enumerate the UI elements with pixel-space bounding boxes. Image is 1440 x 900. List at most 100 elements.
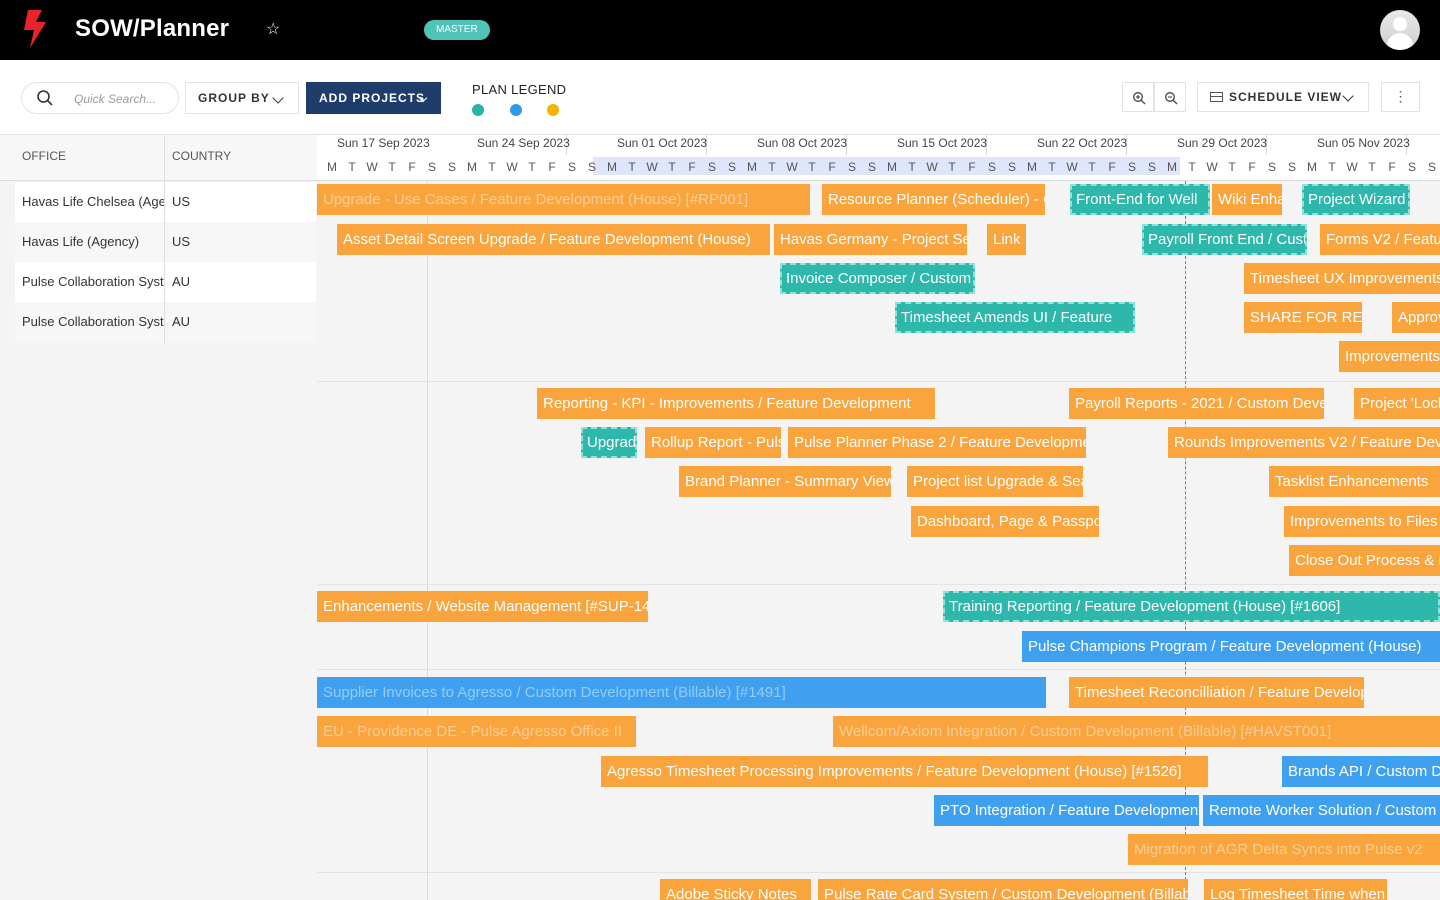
office-row[interactable]: Pulse Collaboration Systems AU: [15, 302, 316, 342]
project-bar[interactable]: Tasklist Enhancements: [1269, 466, 1440, 497]
project-bar[interactable]: Improvements: [1339, 341, 1440, 372]
project-bar[interactable]: Timesheet UX Improvements: [1244, 263, 1440, 294]
legend-dot-yellow: [547, 104, 559, 116]
day-letter: S: [987, 160, 996, 174]
project-bar[interactable]: Brands API / Custom Development: [1282, 756, 1440, 787]
day-letter: S: [727, 160, 736, 174]
schedule-view-dropdown[interactable]: SCHEDULE VIEW: [1197, 82, 1369, 112]
project-bar[interactable]: Timesheet Reconcilliation / Feature Deve…: [1069, 677, 1364, 708]
project-bar[interactable]: Pulse Rate Card System / Custom Developm…: [818, 879, 1188, 900]
project-bar[interactable]: Adobe Sticky Notes: [660, 879, 811, 900]
office-country: AU: [172, 274, 191, 289]
project-bar[interactable]: Project Wizard: [1302, 184, 1410, 215]
day-letter: M: [887, 160, 897, 174]
day-letter: W: [1346, 160, 1358, 174]
project-bar[interactable]: Approvals: [1392, 302, 1440, 333]
favorite-star-icon[interactable]: ☆: [266, 20, 280, 40]
app-logo-icon[interactable]: [22, 10, 48, 50]
project-bar[interactable]: Project 'Lock': [1354, 388, 1440, 419]
project-bar[interactable]: PTO Integration / Feature Development: [934, 795, 1199, 826]
project-bar[interactable]: Reporting - KPI - Improvements / Feature…: [537, 388, 935, 419]
row-separator: [317, 381, 1440, 382]
day-letter: M: [747, 160, 757, 174]
zoom-in-button[interactable]: [1122, 82, 1154, 112]
project-bar[interactable]: Project list Upgrade & Search: [907, 466, 1083, 497]
project-bar[interactable]: Close Out Process & Reporting: [1289, 545, 1440, 576]
project-bar[interactable]: Timesheet Amends UI / Feature: [895, 302, 1135, 333]
day-letter: T: [1048, 160, 1056, 174]
project-bar[interactable]: Pulse Champions Program / Feature Develo…: [1022, 631, 1440, 662]
project-bar[interactable]: Upgrade - Use Cases / Feature Developmen…: [317, 184, 810, 215]
office-list-header: OFFICE COUNTRY: [0, 135, 317, 181]
day-letter: W: [1206, 160, 1218, 174]
project-bar[interactable]: Front-End for Well: [1070, 184, 1210, 215]
week-gridline: [427, 181, 428, 900]
week-label: Sun 29 Oct 2023: [1177, 136, 1268, 150]
project-bar[interactable]: Supplier Invoices to Agresso / Custom De…: [317, 677, 1046, 708]
project-bar[interactable]: Payroll Front End / Custom: [1142, 224, 1307, 255]
project-bar[interactable]: Enhancements / Website Management [#SUP-…: [317, 591, 648, 622]
project-bar[interactable]: Rollup Report - Pulse: [645, 427, 781, 458]
project-bar[interactable]: Rounds Improvements V2 / Feature Develop…: [1168, 427, 1440, 458]
search-icon: [37, 90, 53, 106]
day-letter: T: [1188, 160, 1196, 174]
day-letter: M: [327, 160, 337, 174]
column-divider: [164, 135, 165, 343]
office-country: AU: [172, 314, 191, 329]
group-by-button[interactable]: GROUP BY: [185, 82, 299, 114]
project-bar[interactable]: Invoice Composer / Custom: [780, 263, 975, 294]
add-projects-button[interactable]: ADD PROJECTS: [306, 82, 441, 114]
day-letter: S: [1287, 160, 1296, 174]
day-letter: M: [1027, 160, 1037, 174]
project-bar[interactable]: SHARE FOR REVIEW: [1244, 302, 1362, 333]
column-header-country[interactable]: COUNTRY: [172, 149, 231, 163]
plan-badge: MASTER: [424, 20, 490, 40]
plan-legend-title: PLAN LEGEND: [472, 82, 567, 97]
day-letter: T: [488, 160, 496, 174]
project-bar[interactable]: Wellcom/Axiom Integration / Custom Devel…: [833, 716, 1440, 747]
project-bar[interactable]: Wiki Enhancements: [1212, 184, 1282, 215]
zoom-out-button[interactable]: [1154, 82, 1186, 112]
user-avatar[interactable]: [1380, 10, 1420, 50]
office-row[interactable]: Havas Life Chelsea (Agency) US: [15, 182, 316, 222]
schedule-gantt: Sun 17 Sep 2023 Sun 24 Sep 2023 Sun 01 Oct…: [317, 135, 1440, 900]
day-letter: F: [1248, 160, 1256, 174]
project-bar[interactable]: Improvements to Files: [1284, 506, 1440, 537]
day-letter: M: [607, 160, 617, 174]
day-letter: S: [867, 160, 876, 174]
project-bar[interactable]: Brand Planner - Summary View: [679, 466, 891, 497]
timeline-header: Sun 17 Sep 2023 Sun 24 Sep 2023 Sun 01 Oct…: [317, 135, 1440, 181]
project-bar[interactable]: Pulse Planner Phase 2 / Feature Developm…: [788, 427, 1086, 458]
project-bar[interactable]: Training Reporting / Feature Development…: [943, 591, 1440, 622]
office-row[interactable]: Pulse Collaboration Systems AU: [15, 262, 316, 302]
day-letter: S: [1147, 160, 1156, 174]
project-bar[interactable]: Link: [987, 224, 1026, 255]
office-row[interactable]: Havas Life (Agency) US: [15, 222, 316, 262]
day-letter: T: [1228, 160, 1236, 174]
more-options-button[interactable]: ⋮: [1381, 82, 1420, 112]
project-bar[interactable]: Resource Planner (Scheduler) - Custom De…: [822, 184, 1045, 215]
project-bar[interactable]: EU - Providence DE - Pulse Agresso Offic…: [317, 716, 636, 747]
day-letter: S: [1007, 160, 1016, 174]
project-bar[interactable]: Payroll Reports - 2021 / Custom Developm…: [1069, 388, 1324, 419]
office-list-panel: OFFICE COUNTRY Havas Life Chelsea (Agenc…: [0, 135, 317, 900]
project-bar[interactable]: Havas Germany - Project Setup: [774, 224, 967, 255]
column-header-office[interactable]: OFFICE: [22, 149, 66, 163]
day-letter: S: [707, 160, 716, 174]
day-letter: W: [1066, 160, 1078, 174]
group-by-label: GROUP BY: [198, 91, 270, 105]
search-input[interactable]: [74, 89, 174, 109]
project-bar[interactable]: Agresso Timesheet Processing Improvement…: [601, 756, 1208, 787]
project-bar[interactable]: Remote Worker Solution / Custom Developm…: [1203, 795, 1440, 826]
project-bar[interactable]: Forms V2 / Feature Development: [1320, 224, 1440, 255]
project-bar[interactable]: Asset Detail Screen Upgrade / Feature De…: [337, 224, 770, 255]
chevron-down-icon: [272, 92, 284, 104]
schedule-view-label: SCHEDULE VIEW: [1229, 90, 1343, 104]
project-bar[interactable]: Dashboard, Page & Passport: [911, 506, 1099, 537]
project-bar[interactable]: Upgrade: [581, 427, 637, 458]
project-bar[interactable]: Log Timesheet Time when: [1204, 879, 1387, 900]
day-letter: F: [408, 160, 416, 174]
project-bar[interactable]: Migration of AGR Delta Syncs into Pulse …: [1128, 834, 1440, 865]
quick-search[interactable]: [21, 82, 179, 114]
day-letter: S: [567, 160, 576, 174]
